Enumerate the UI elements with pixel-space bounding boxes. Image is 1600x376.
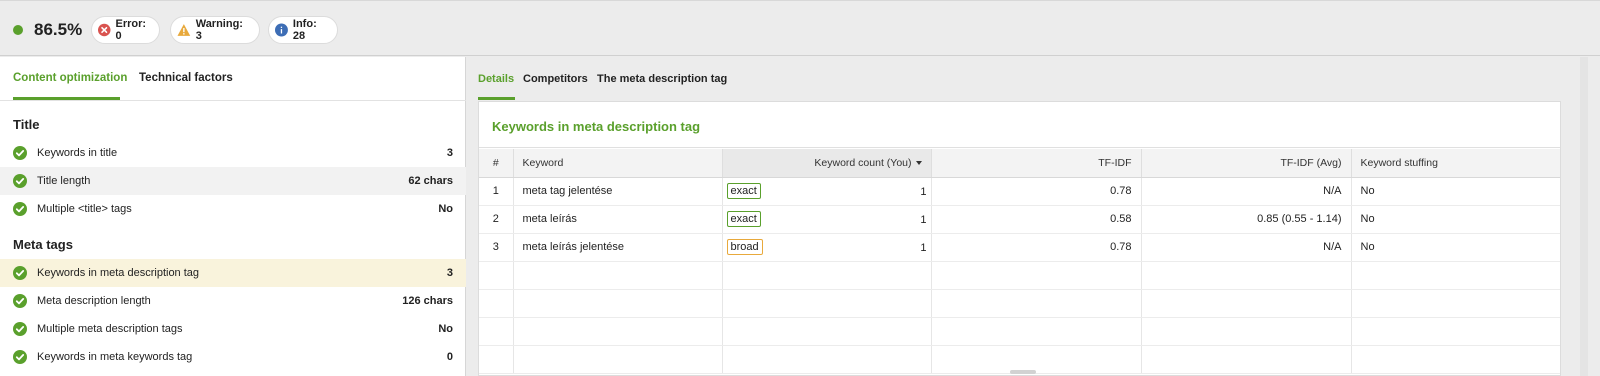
check-icon xyxy=(13,266,27,280)
factor-label: Title length xyxy=(37,175,91,187)
factor-label: Keywords in meta description tag xyxy=(37,267,200,279)
check-icon xyxy=(13,174,27,188)
check-icon xyxy=(13,202,27,216)
factor-label: Keywords in meta keywords tag xyxy=(37,351,193,363)
tfidf-avg-cell: N/A xyxy=(1141,233,1352,262)
factor-row-meta-description-length[interactable]: Meta description length 126 chars xyxy=(0,287,466,315)
keyword-cell: meta leírás xyxy=(513,205,723,234)
score-status-icon xyxy=(13,25,23,35)
row-number: 2 xyxy=(479,205,514,234)
column-header-keyword[interactable]: Keyword xyxy=(513,149,723,178)
score-value: 86.5% xyxy=(34,20,83,39)
column-header-keyword-count[interactable]: Keyword count (You) xyxy=(722,149,932,178)
factor-value: 0 xyxy=(446,351,453,363)
active-tab-indicator xyxy=(478,97,515,100)
factor-row-multiple-meta-description-tags[interactable]: Multiple meta description tags No xyxy=(0,315,466,343)
empty-table-row xyxy=(479,345,1560,374)
match-type-badge: exact xyxy=(726,210,761,227)
factor-label: Keywords in title xyxy=(37,147,118,159)
column-header-number[interactable]: # xyxy=(479,149,514,178)
keyword-stuffing-cell: No xyxy=(1351,205,1560,234)
factors-panel: Content optimization Technical factors T… xyxy=(0,57,466,376)
tfidf-avg-cell: N/A xyxy=(1141,177,1352,206)
check-icon xyxy=(13,350,27,364)
error-icon xyxy=(98,23,111,37)
factor-value: 126 chars xyxy=(402,295,453,307)
keyword-cell: meta tag jelentése xyxy=(513,177,723,206)
error-count-label: Error: 0 xyxy=(115,18,147,42)
section-title-meta-tags: Meta tags xyxy=(13,237,73,252)
empty-table-row xyxy=(479,317,1560,346)
tab-details[interactable]: Details xyxy=(478,73,514,85)
info-icon xyxy=(275,23,288,37)
keyword-count-value: 1 xyxy=(920,185,927,198)
factor-row-keywords-in-title[interactable]: Keywords in title 3 xyxy=(0,139,466,167)
error-count-badge[interactable]: Error: 0 xyxy=(91,16,160,44)
keyword-count-value: 1 xyxy=(920,213,927,226)
table-row[interactable]: 1 meta tag jelentése exact 1 0.78 N/A No xyxy=(479,177,1560,206)
keyword-stuffing-cell: No xyxy=(1351,233,1560,262)
factors-tab-bar: Content optimization Technical factors xyxy=(0,57,466,101)
row-number: 1 xyxy=(479,177,514,206)
factor-value: 62 chars xyxy=(408,175,453,187)
empty-table-row xyxy=(479,261,1560,290)
warning-icon xyxy=(177,24,191,36)
tfidf-avg-cell: 0.85 (0.55 - 1.14) xyxy=(1141,205,1352,234)
keyword-count-cell: broad 1 xyxy=(722,233,932,262)
active-tab-indicator xyxy=(13,97,120,100)
keyword-cell: meta leírás jelentése xyxy=(513,233,723,262)
warning-count-label: Warning: 3 xyxy=(195,18,243,42)
row-number: 3 xyxy=(479,233,514,262)
table-header-row: # Keyword Keyword count (You) TF-IDF TF-… xyxy=(479,149,1560,178)
tfidf-cell: 0.78 xyxy=(931,233,1142,262)
factor-value: 3 xyxy=(446,267,453,279)
empty-table-row xyxy=(479,289,1560,318)
vertical-scrollbar[interactable] xyxy=(1580,57,1588,376)
keyword-count-value: 1 xyxy=(920,241,927,254)
factor-value: No xyxy=(438,203,453,215)
tab-meta-description-tag[interactable]: The meta description tag xyxy=(597,73,727,85)
factor-value: No xyxy=(438,323,453,335)
column-header-tfidf-avg[interactable]: TF-IDF (Avg) xyxy=(1141,149,1352,178)
sort-desc-icon xyxy=(915,160,922,165)
match-type-badge: broad xyxy=(726,238,763,255)
factor-label: Multiple meta description tags xyxy=(37,323,183,335)
check-icon xyxy=(13,322,27,336)
keyword-count-cell: exact 1 xyxy=(722,177,932,206)
divider xyxy=(479,147,1560,148)
info-count-badge[interactable]: Info: 28 xyxy=(268,16,338,44)
side-gutter xyxy=(1563,57,1600,376)
keywords-card: Keywords in meta description tag # Keywo… xyxy=(478,101,1561,376)
warning-count-badge[interactable]: Warning: 3 xyxy=(170,16,260,44)
match-type-badge: exact xyxy=(726,182,761,199)
resize-handle[interactable] xyxy=(1010,370,1036,374)
factor-row-keywords-in-meta-description[interactable]: Keywords in meta description tag 3 xyxy=(0,259,466,287)
factor-label: Meta description length xyxy=(37,295,151,307)
factor-label: Multiple <title> tags xyxy=(37,203,132,215)
column-header-keyword-stuffing[interactable]: Keyword stuffing xyxy=(1351,149,1560,178)
keyword-stuffing-cell: No xyxy=(1351,177,1560,206)
table-row[interactable]: 2 meta leírás exact 1 0.58 0.85 (0.55 - … xyxy=(479,205,1560,234)
card-title: Keywords in meta description tag xyxy=(492,119,701,134)
tab-technical-factors[interactable]: Technical factors xyxy=(139,72,233,84)
column-header-tfidf[interactable]: TF-IDF xyxy=(931,149,1142,178)
table-row[interactable]: 3 meta leírás jelentése broad 1 0.78 N/A… xyxy=(479,233,1560,262)
tfidf-cell: 0.58 xyxy=(931,205,1142,234)
details-panel: Details Competitors The meta description… xyxy=(467,57,1600,376)
factor-row-keywords-in-meta-keywords[interactable]: Keywords in meta keywords tag 0 xyxy=(0,343,466,371)
factor-row-multiple-title-tags[interactable]: Multiple <title> tags No xyxy=(0,195,466,223)
tfidf-cell: 0.78 xyxy=(931,177,1142,206)
keywords-table: # Keyword Keyword count (You) TF-IDF TF-… xyxy=(479,149,1560,374)
summary-bar: 86.5% Error: 0 Warning: 3 Info: 28 xyxy=(0,0,1600,56)
factor-value: 3 xyxy=(446,147,453,159)
info-count-label: Info: 28 xyxy=(292,18,317,42)
tab-competitors[interactable]: Competitors xyxy=(523,73,588,85)
check-icon xyxy=(13,146,27,160)
section-title-title: Title xyxy=(13,117,40,132)
check-icon xyxy=(13,294,27,308)
factor-row-title-length[interactable]: Title length 62 chars xyxy=(0,167,466,195)
tab-content-optimization[interactable]: Content optimization xyxy=(13,72,127,84)
column-header-label: Keyword count (You) xyxy=(814,156,912,169)
keyword-count-cell: exact 1 xyxy=(722,205,932,234)
